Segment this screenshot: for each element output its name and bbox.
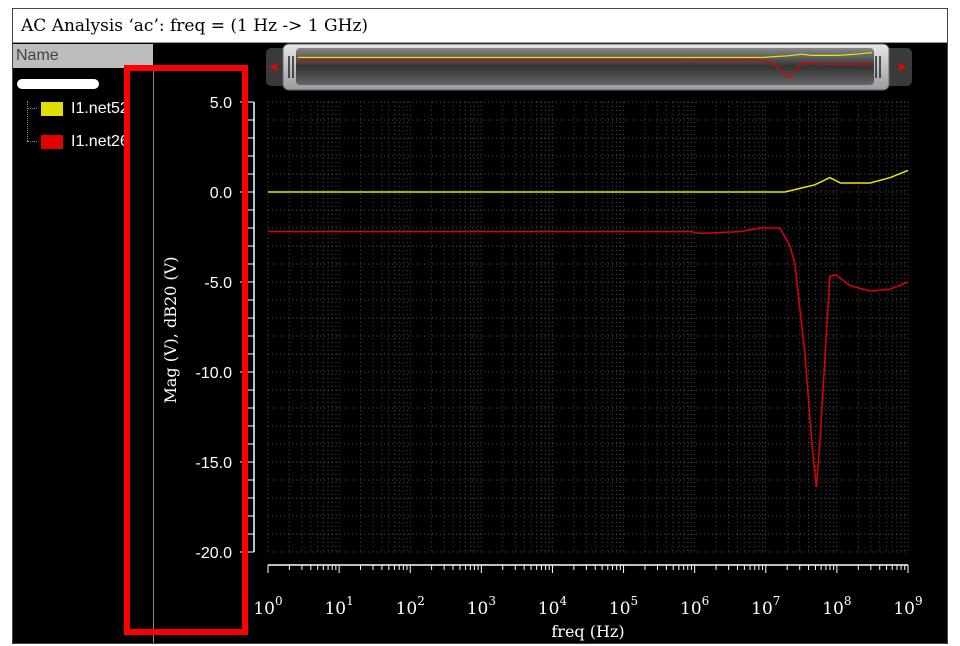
x-tick-base: 10 — [324, 599, 346, 619]
overview-scrollbar[interactable] — [266, 43, 912, 91]
x-tick-base: 10 — [680, 599, 702, 619]
x-tick-base: 10 — [751, 599, 773, 619]
x-tick-exponent: 1 — [346, 594, 354, 608]
x-tick-exponent: 9 — [915, 594, 923, 608]
x-tick-base: 10 — [467, 599, 489, 619]
x-tick-label: 105 — [609, 594, 638, 619]
x-tick-exponent: 3 — [488, 594, 496, 608]
x-tick-base: 10 — [893, 599, 915, 619]
plot-grid — [267, 101, 909, 553]
x-tick-label: 106 — [680, 594, 709, 619]
x-tick-label: 107 — [751, 594, 780, 619]
x-tick-exponent: 2 — [417, 594, 425, 608]
highlight-annotation-box — [124, 65, 248, 635]
plot-series — [267, 169, 909, 488]
x-axis: 100 101 102 103 104 105 106 107 108 109 — [253, 564, 923, 619]
x-tick-label: 108 — [822, 594, 851, 619]
x-tick-base: 10 — [538, 599, 560, 619]
x-tick-label: 101 — [324, 594, 353, 619]
series-line-i1-net26[interactable] — [268, 227, 909, 488]
x-tick-base: 10 — [609, 599, 631, 619]
x-tick-label: 109 — [893, 594, 922, 619]
x-tick-exponent: 7 — [773, 594, 781, 608]
x-tick-exponent: 8 — [844, 594, 852, 608]
x-tick-label: 103 — [467, 594, 496, 619]
x-tick-base: 10 — [396, 599, 418, 619]
x-tick-exponent: 6 — [702, 594, 710, 608]
x-tick-base: 10 — [253, 599, 275, 619]
x-tick-exponent: 4 — [559, 594, 567, 608]
x-tick-exponent: 5 — [631, 594, 639, 608]
x-tick-base: 10 — [822, 599, 844, 619]
x-tick-label: 102 — [396, 594, 425, 619]
x-tick-exponent: 0 — [275, 594, 283, 608]
x-tick-label: 104 — [538, 594, 568, 619]
x-tick-label: 100 — [253, 594, 282, 619]
x-axis-label: freq (Hz) — [551, 622, 624, 641]
